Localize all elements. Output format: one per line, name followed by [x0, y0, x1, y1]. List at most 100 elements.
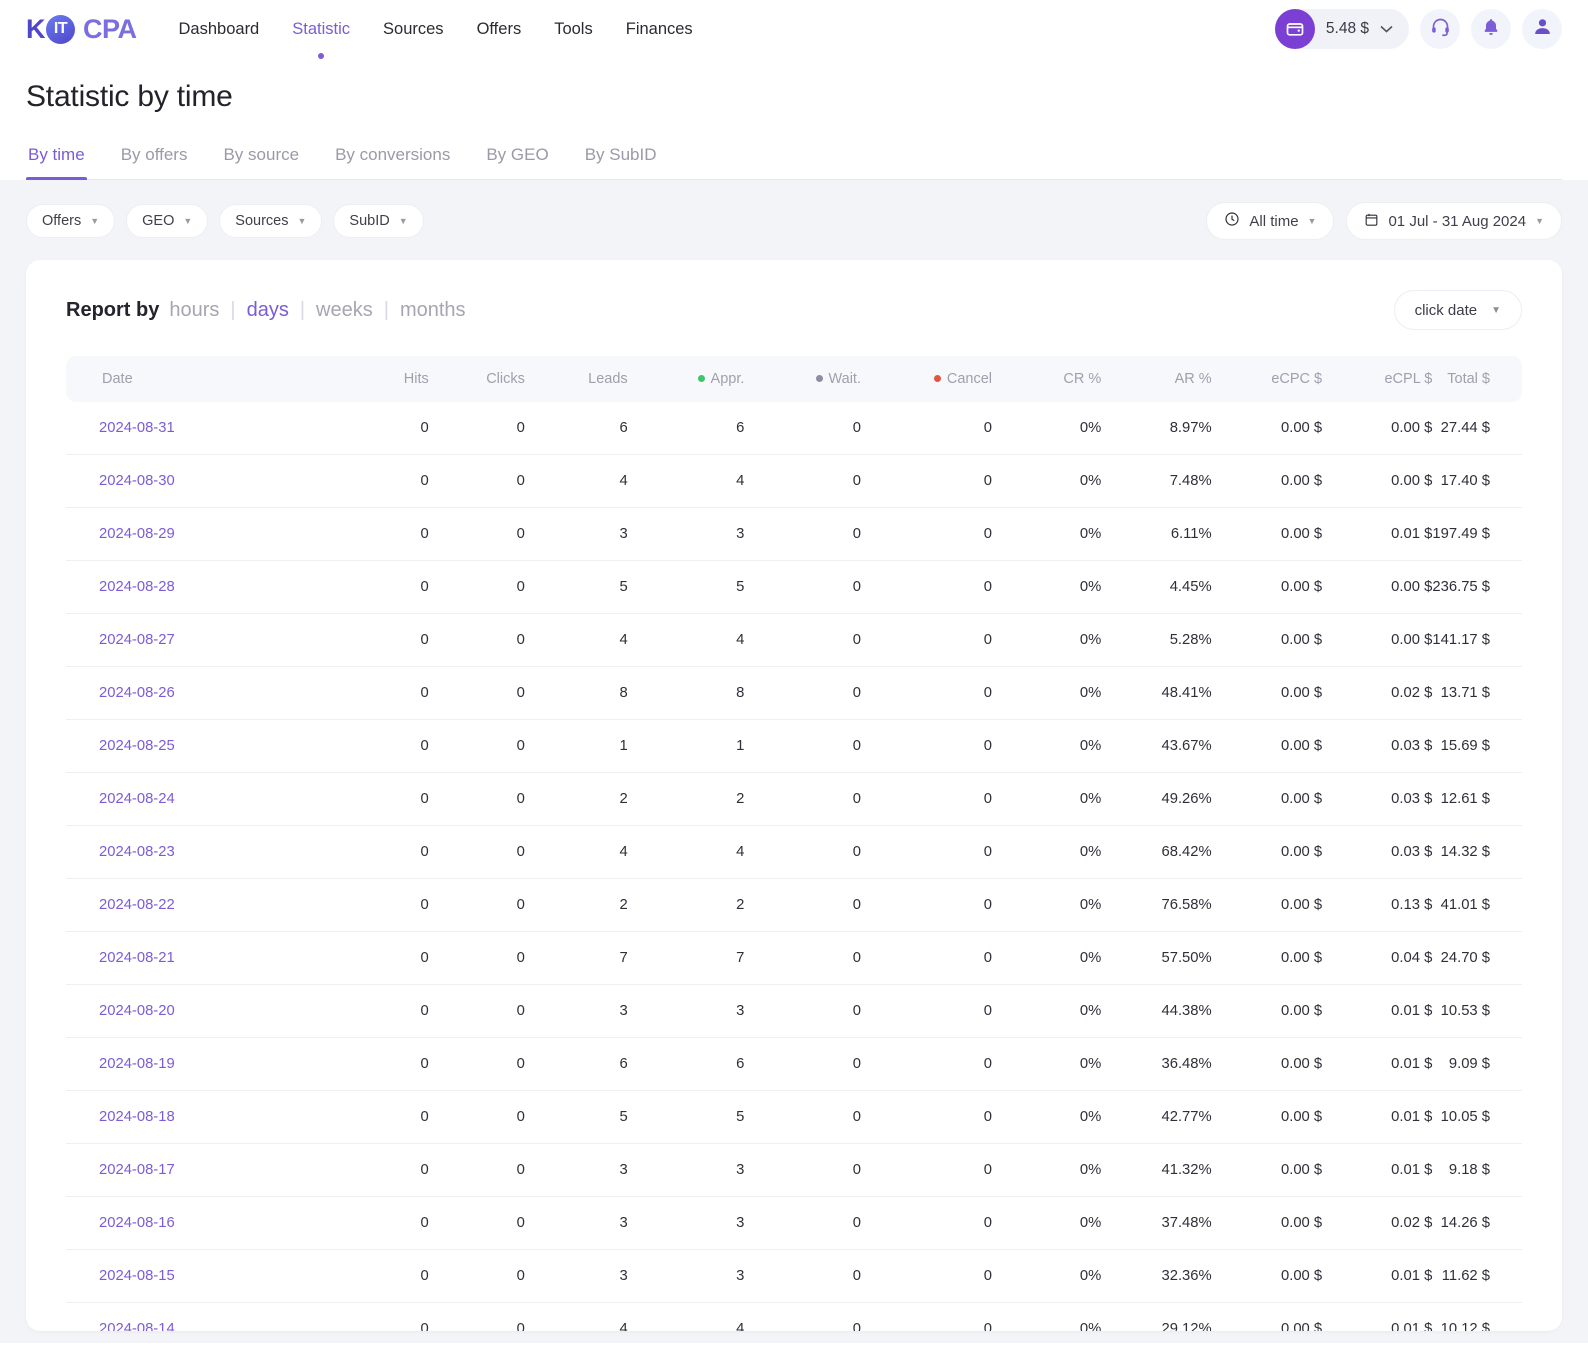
column-header-leads[interactable]: Leads [525, 356, 628, 402]
balance-button[interactable]: 5.48 $ [1274, 9, 1409, 49]
table-header: Date Hits Clicks Leads Appr. Wait. Cance… [66, 356, 1522, 402]
logo-letter-k: K [26, 13, 46, 44]
cell-wait: 0 [744, 1302, 861, 1331]
tab-by-offers[interactable]: By offers [119, 139, 190, 179]
tab-by-subid[interactable]: By SubID [583, 139, 659, 179]
column-header-cancel[interactable]: Cancel [861, 356, 992, 402]
cell-leads: 4 [524, 825, 628, 879]
cell-clicks: 0 [428, 1143, 525, 1197]
row-date-link[interactable]: 2024-08-17 [66, 1143, 328, 1197]
row-date-link[interactable]: 2024-08-18 [66, 1090, 328, 1144]
row-date-link[interactable]: 2024-08-29 [66, 507, 328, 561]
brand-logo[interactable]: K IT CPA [26, 14, 137, 45]
row-date-link[interactable]: 2024-08-21 [66, 931, 328, 985]
nav-item-dashboard[interactable]: Dashboard [179, 16, 260, 43]
click-date-label: click date [1414, 301, 1478, 319]
tab-by-geo[interactable]: By GEO [484, 139, 550, 179]
row-date-link[interactable]: 2024-08-15 [66, 1249, 328, 1303]
cell-ar: 76.58% [1101, 878, 1212, 932]
table-row: 2024-08-18 0 0 5 5 0 0 0% 42.77% 0.00 $0.01 $10.0… [66, 1090, 1522, 1144]
cell-ecpc: 0.00 $ [1211, 1037, 1323, 1091]
row-date-link[interactable]: 2024-08-28 [66, 560, 328, 614]
profile-button[interactable] [1522, 9, 1562, 49]
cell-ecpc: 0.00 $ [1211, 507, 1323, 561]
filter-subid[interactable]: SubID ▼ [333, 204, 424, 238]
row-date-link[interactable]: 2024-08-16 [66, 1196, 328, 1250]
cell-ecpc: 0.00 $ [1211, 454, 1323, 508]
chevron-down-icon: ▼ [1491, 304, 1501, 316]
report-by-days[interactable]: days [247, 299, 289, 322]
row-date-link[interactable]: 2024-08-22 [66, 878, 328, 932]
time-preset-selector[interactable]: All time ▼ [1206, 202, 1335, 240]
column-header-approved[interactable]: Appr. [628, 356, 744, 402]
cell-clicks: 0 [428, 560, 525, 614]
report-by-months[interactable]: months [400, 299, 466, 322]
nav-item-statistic[interactable]: Statistic [292, 16, 350, 43]
cell-appr: 8 [627, 666, 745, 720]
tab-by-time[interactable]: By time [26, 139, 87, 180]
table-row: 2024-08-15 0 0 3 3 0 0 0% 32.36% 0.00 $0.01 $11.6… [66, 1249, 1522, 1303]
column-header-wait[interactable]: Wait. [744, 356, 861, 402]
nav-item-tools[interactable]: Tools [554, 16, 593, 43]
row-date-link[interactable]: 2024-08-14 [66, 1302, 328, 1331]
row-date-link[interactable]: 2024-08-31 [66, 402, 328, 455]
filter-geo[interactable]: GEO ▼ [126, 204, 209, 238]
cell-hits: 0 [327, 825, 429, 879]
notifications-button[interactable] [1471, 9, 1511, 49]
cell-ecpc: 0.00 $ [1211, 1302, 1323, 1331]
cell-cancel: 0 [861, 560, 992, 614]
tab-by-source[interactable]: By source [221, 139, 301, 179]
cell-clicks: 0 [428, 613, 525, 667]
report-by-separator-3: | [383, 298, 389, 321]
column-header-ecpc[interactable]: eCPC $ [1212, 356, 1322, 402]
row-date-link[interactable]: 2024-08-24 [66, 772, 328, 826]
cell-hits: 0 [327, 507, 429, 561]
row-date-link[interactable]: 2024-08-23 [66, 825, 328, 879]
clock-icon [1224, 211, 1240, 231]
logo-cpa: CPA [83, 13, 137, 44]
filter-offers[interactable]: Offers ▼ [26, 204, 116, 238]
nav-item-offers[interactable]: Offers [477, 16, 522, 43]
cell-hits: 0 [327, 1302, 429, 1331]
nav-item-sources[interactable]: Sources [383, 16, 444, 43]
cell-wait: 0 [744, 878, 861, 932]
column-header-date[interactable]: Date [66, 356, 327, 402]
column-header-clicks[interactable]: Clicks [429, 356, 525, 402]
cell-ecpl: 0.00 $ [1322, 402, 1433, 455]
column-header-cr[interactable]: CR % [992, 356, 1101, 402]
cell-wait: 0 [744, 984, 861, 1038]
report-by-hours[interactable]: hours [169, 299, 219, 322]
support-button[interactable] [1420, 9, 1460, 49]
cell-appr: 6 [627, 402, 745, 455]
column-header-total[interactable]: Total $ [1432, 356, 1522, 402]
cell-wait: 0 [744, 560, 861, 614]
column-header-ecpl[interactable]: eCPL $ [1322, 356, 1432, 402]
cell-ar: 7.48% [1101, 454, 1212, 508]
cell-appr: 4 [627, 613, 745, 667]
row-date-link[interactable]: 2024-08-30 [66, 454, 328, 508]
cell-hits: 0 [327, 666, 429, 720]
report-by-selector: Report by hours | days | weeks | months [66, 299, 466, 322]
row-date-link[interactable]: 2024-08-19 [66, 1037, 328, 1091]
row-date-link[interactable]: 2024-08-20 [66, 984, 328, 1038]
row-date-link[interactable]: 2024-08-26 [66, 666, 328, 720]
cell-total: 197.49 $ [1432, 507, 1522, 561]
report-by-weeks[interactable]: weeks [316, 299, 373, 322]
cell-ecpl: 0.01 $ [1322, 507, 1433, 561]
click-date-selector[interactable]: click date ▼ [1393, 290, 1522, 330]
nav-item-finances[interactable]: Finances [626, 16, 693, 43]
cell-ar: 8.97% [1101, 402, 1212, 455]
filter-sources[interactable]: Sources ▼ [219, 204, 323, 238]
date-range-selector[interactable]: 01 Jul - 31 Aug 2024 ▼ [1346, 202, 1562, 240]
top-navigation-bar: K IT CPA Dashboard Statistic Sources Off… [0, 0, 1588, 58]
row-date-link[interactable]: 2024-08-25 [66, 719, 328, 773]
cell-cancel: 0 [861, 931, 992, 985]
time-preset-label: All time [1249, 212, 1299, 230]
tab-by-conversions[interactable]: By conversions [333, 139, 452, 179]
cell-ar: 37.48% [1101, 1196, 1212, 1250]
column-header-hits[interactable]: Hits [327, 356, 429, 402]
row-date-link[interactable]: 2024-08-27 [66, 613, 328, 667]
cell-clicks: 0 [428, 1037, 525, 1091]
table-body: 2024-08-31 0 0 6 6 0 0 0% 8.97% 0.00 $0.00 $27.44… [66, 402, 1522, 1331]
column-header-ar[interactable]: AR % [1101, 356, 1212, 402]
